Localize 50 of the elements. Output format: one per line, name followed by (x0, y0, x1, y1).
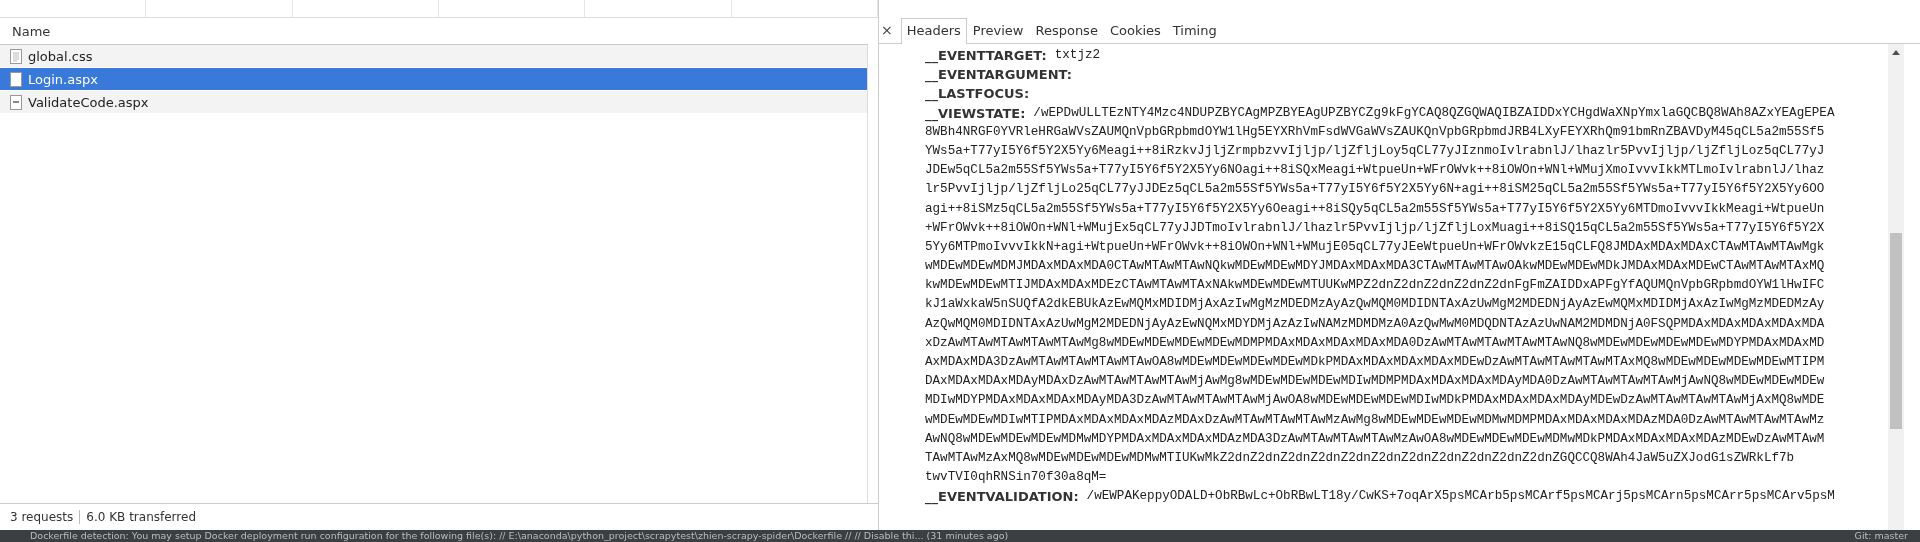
tab[interactable]: Timing (1166, 18, 1223, 43)
form-field-key: __EVENTTARGET: (925, 46, 1047, 66)
form-field-value: 5Yy6MTPmoIvvvIkkN+agi+WtpueUn+WFrOWvk++8iOWOn+WNl+WMujE05qCL77yJEeWtpueUn+WFrOWvkzE15qCLFQ8JMDAxMDAxMDAxCTAwMTAwMTAwMgk (925, 238, 1825, 256)
form-field-value: kwMDEwMDEwMTIJMDAxMDAxMDEzCTAwMTAwMTAxNAkwMDEwMDEwMTUUKwMPZ2dnZ2dnZ2dnZ2dnZ2dnFgFmZAIDDxAPFgYfAQUMQnVpbGRpbmdOYW1lHwIFC (925, 277, 1825, 295)
form-field-value: DAxMDAxMDAxMDAyMDAxDzAwMTAwMTAwMTAwMjAwMg8wMDEwMDEwMDEwMDIwMDMPMDAxMDAxMDAxMDAyMDA0DzAwMTAwMTAwMTAwMjAwNQ8wMDEwMDEwMDEw (925, 373, 1825, 391)
request-row[interactable]: global.css (0, 45, 867, 68)
request-name: ValidateCode.aspx (28, 94, 149, 110)
form-field-value: AwNQ8wMDEwMDEwMDEwMDMwMDYPMDAxMDAxMDAxMDAzMDA3DzAwMTAwMTAwMTAwMzAwOA8wMDEwMDEwMDEwMDMwMDkPMDAxMDAxMDAxMDAzMDEwDzAwMTAwM (925, 430, 1825, 448)
scrollbar-thumb[interactable] (1890, 233, 1902, 429)
form-field-value: JDEw5qCL5a2m55Sf5YWs5a+T77yI5Y6f5Y2X5Yy6NOagi++8iSQxMeagi+WtpueUn+WFrOWvk++8iOWOn+WNl+WMujXmoIvvvIkkMTLmoIvlrabnlJ/lhaz (925, 162, 1825, 180)
request-count: 3 requests (10, 510, 74, 524)
form-field-key: __EVENTVALIDATION: (925, 487, 1079, 507)
tab[interactable]: Response (1029, 18, 1104, 43)
form-field-value: xDzAwMTAwMTAwMTAwMTAwMg8wMDEwMDEwMDEwMDEwMDMPMDAxMDAxMDAxMDAxMDA0DzAwMTAwMTAwMTAwMTAwNQ8wMDEwMDEwMDEwMDEwMDYPMDAxMDAxMD (925, 334, 1825, 352)
request-row[interactable]: ValidateCode.aspx (0, 91, 867, 114)
image-file-icon (10, 94, 22, 110)
form-field-value: /wEPDwULLTEzNTY4Mzc4NDUPZBYCAgMPZBYEAgUPZBYCZg9kFgYCAQ8QZGQWAQIBZAIDDxYCHgdWaXNpYmxlaGQCBQ8WAh8AZxYEAgEPEA (1033, 104, 1835, 122)
form-field-value: txtjz2 (1054, 47, 1101, 64)
form-field-value: agi++8iSMz5qCL5a2m55Sf5YWs5a+T77yI5Y6f5Y2X5Yy6Oeagi++8iSQy5qCL5a2m55Sf5YWs5a+T77yI5Y6f5Y2X5Yy6MTDmoIvvvIkkMeagi+WtpueUn (925, 200, 1825, 218)
request-row[interactable]: Login.aspx (0, 68, 867, 91)
tab[interactable]: Cookies (1103, 18, 1167, 43)
form-field-value: wMDEwMDEwMDMJMDAxMDAxMDA0CTAwMTAwMTAwNQkwMDEwMDEwMDYJMDAxMDAxMDA3CTAwMTAwMTAwOAkwMDEwMDEwMDkJMDAxMDAxMDEwCTAwMTAwMTAxMQ (925, 258, 1825, 276)
close-button[interactable]: × (879, 22, 901, 43)
form-field-value: MDIwMDYPMDAxMDAxMDAxMDAyMDA3DzAwMTAwMTAwMTAwMjAwOA8wMDEwMDEwMDEwMDIwMDkPMDAxMDAxMDAxMDAyMDEwDzAwMTAwMTAwMTAwMjAxMQ8wMDE (925, 392, 1825, 410)
request-name: Login.aspx (28, 71, 98, 87)
tab[interactable]: Headers (900, 18, 967, 44)
stylesheet-file-icon (10, 48, 22, 64)
scroll-up-icon[interactable] (1892, 50, 1900, 55)
column-header[interactable]: Name (0, 23, 51, 39)
tab[interactable]: Preview (966, 18, 1030, 43)
request-name: global.css (28, 48, 93, 64)
form-field-value: lr5PvvIjljp/ljZfljLo25qCL77yJJDEz5qCL5a2m55Sf5YWs5a+T77yI5Y6f5Y2X5Yy6N+agi++8iSM25qCL5a2m55Sf5YWs5a+T77yI5Y6f5Y2X5Yy6OO (925, 181, 1825, 199)
form-field-key: __EVENTARGUMENT: (925, 65, 1072, 85)
form-field-value: 8WBh4NRGF0YVRleHRGaWVsZAUMQnVpbGRpbmdOYW1lHg5EYXRhVmFsdWVGaWVsZAUKQnVpbGRpbmdJRB4LXyFEYXRhQm91bmRnZBAVDyM45qCL5a2m55Sf5 (925, 123, 1825, 141)
form-field-value: +WFrOWvk++8iOWOn+WNl+WMujEx5qCL77yJJDTmoIvlrabnlJ/lhazlr5PvvIjljp/ljZfljLoxMuagi++8iSQ15qCL5a2m55Sf5YWs5a+T77yI5Y6f5Y2X (925, 219, 1825, 237)
document-file-icon (10, 71, 22, 87)
git-branch[interactable]: Git: master (1854, 530, 1908, 542)
transferred-size: 6.0 KB transferred (86, 510, 196, 524)
form-field-value: wMDEwMDEwMDIwMTIPMDAxMDAxMDAxMDAzMDAxDzAwMTAwMTAwMTAwMzAwMg8wMDEwMDEwMDEwMDMwMDMPMDAxMDAxMDAxMDAzMDA0DzAwMTAwMTAwMTAwMz (925, 411, 1825, 429)
form-field-value: YWs5a+T77yI5Y6f5Y2X5Yy6Meagi++8iRzkvJjljZrmpbzvvIjljp/ljZfljLoy5qCL77yJIznmoIvlrabnlJ/lhazlr5PvvIjljp/ljZfljLoz5qCL77yJ (925, 142, 1825, 160)
form-field-value: kJ1aWxkaW5nSUQfA2dkEBUkAzEwMQMxMDIDMjAxAzIwMgMzMDEDMzAyAzQwMQM0MDIDNTAxAzUwMgM2MDEDNjAyAzEwMQMxMDIDMjAxAzIwMgMzMDEDMzAy (925, 296, 1825, 314)
scrollbar[interactable] (1888, 44, 1904, 530)
form-field-value: AxMDAxMDA3DzAwMTAwMTAwMTAwMTAwOA8wMDEwMDEwMDEwMDEwMDkPMDAxMDAxMDAxMDAxMDEwDzAwMTAwMTAwMTAwMTAxMQ8wMDEwMDEwMDEwMDEwMTIPM (925, 354, 1825, 371)
form-field-value: twvTVI0qhRNSin70f30a8qM= (925, 469, 1107, 487)
notification-message: Dockerfile detection: You may setup Docker deployment run configuration for the following file(s): // E:\anaconda\python_project\scrapytest\zhien-scrapy-spider\Dockerfile // // Disable thi... (31 minutes ago) (30, 530, 1009, 542)
form-field-value: AzQwMQM0MDIDNTAxAzUwMgM2MDEDNjAyAzEwNQMxMDYDMjAzAzIwNAMzMDMDMzA0AzQwMwM0MDQDNTAzAzUwNAM2MDMDNjA0FSQPMDAxMDAxMDAxMDAxMDA (925, 315, 1825, 333)
form-field-value: /wEWPAKeppyODALD+ObRBwLc+ObRBwLT18y/CwKS+7oqArX5psMCArb5psMCArf5psMCArj5psMCArn5psMCArr5psMCArv5psM (1086, 488, 1835, 506)
form-field-key: __LASTFOCUS: (925, 84, 1030, 104)
form-field-key: __VIEWSTATE: (925, 103, 1026, 123)
form-field-value: TAwMTAwMzAxMQ8wMDEwMDEwMDEwMDMwMTIUKwMkZ2dnZ2dnZ2dnZ2dnZ2dnZ2dnZ2dnZ2dnZ2dnZ2dnZ2dnZGQCCQ8WAh4JaW5uZXJodG1sZWRkLf7b (925, 449, 1795, 467)
